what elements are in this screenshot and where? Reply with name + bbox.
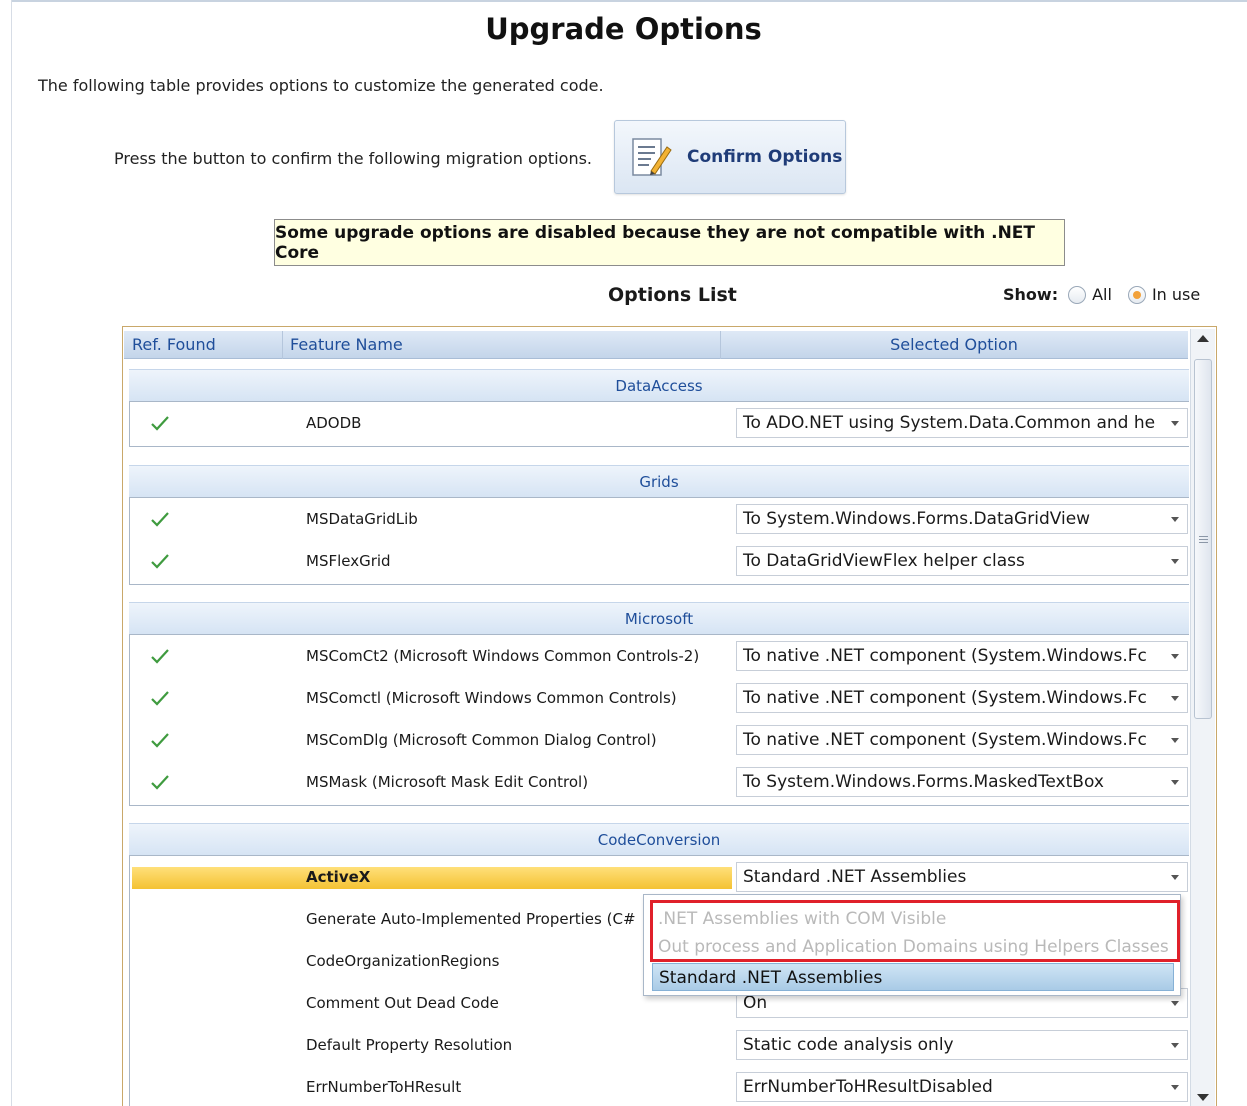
show-in-use-label: In use [1151, 285, 1201, 304]
window-left-border [0, 0, 12, 1106]
grid-row-default-property-resolution[interactable]: Default Property Resolution Static code … [130, 1025, 1190, 1067]
show-all-radio[interactable] [1068, 285, 1087, 304]
grid-row-mscomct2[interactable]: MSComCt2 (Microsoft Windows Common Contr… [130, 636, 1190, 678]
feature-name: Default Property Resolution [306, 1036, 513, 1054]
option-combobox[interactable]: To native .NET component (System.Windows… [736, 641, 1188, 671]
confirm-prompt: Press the button to confirm the followin… [114, 149, 592, 168]
combo-value: On [743, 993, 768, 1013]
dropdown-arrow-icon[interactable] [1171, 517, 1179, 522]
dropdown-option-standard-assemblies[interactable]: Standard .NET Assemblies [652, 963, 1174, 991]
dropdown-arrow-icon[interactable] [1171, 696, 1179, 701]
group-header-codeconversion[interactable]: CodeConversion [129, 823, 1189, 855]
checkmark-icon [150, 413, 170, 433]
grip-icon [1199, 536, 1208, 543]
group-header-dataaccess[interactable]: DataAccess [129, 369, 1189, 401]
dropdown-arrow-icon[interactable] [1171, 1001, 1179, 1006]
checkmark-icon [150, 551, 170, 571]
scroll-down-arrow-icon[interactable] [1197, 1094, 1209, 1101]
checkmark-icon [150, 730, 170, 750]
dropdown-arrow-icon[interactable] [1171, 1085, 1179, 1090]
dropdown-arrow-icon[interactable] [1171, 780, 1179, 785]
combo-value: To System.Windows.Forms.MaskedTextBox [743, 772, 1104, 792]
show-in-use-radio[interactable] [1127, 285, 1146, 304]
compatibility-notice: Some upgrade options are disabled becaus… [274, 219, 1065, 266]
group-body-dataaccess: ADODB To ADO.NET using System.Data.Commo… [129, 401, 1189, 447]
dropdown-arrow-icon[interactable] [1171, 1043, 1179, 1048]
option-combobox[interactable]: To native .NET component (System.Windows… [736, 725, 1188, 755]
group-header-grids[interactable]: Grids [129, 465, 1189, 497]
grid-row-mscomdlg[interactable]: MSComDlg (Microsoft Common Dialog Contro… [130, 720, 1190, 762]
window-top-border [12, 0, 1247, 6]
disabled-options-highlight-box [650, 900, 1180, 962]
group-body-microsoft: MSComCt2 (Microsoft Windows Common Contr… [129, 634, 1189, 806]
dropdown-arrow-icon[interactable] [1171, 654, 1179, 659]
feature-name: MSDataGridLib [306, 510, 418, 528]
scrollbar-thumb[interactable] [1194, 359, 1212, 719]
grid-row-activex[interactable]: ActiveX Standard .NET Assemblies [130, 857, 1190, 899]
grid-row-mscomctl[interactable]: MSComctl (Microsoft Windows Common Contr… [130, 678, 1190, 720]
option-combobox[interactable]: To ADO.NET using System.Data.Common and … [736, 408, 1188, 438]
combo-value: To ADO.NET using System.Data.Common and … [743, 413, 1156, 433]
dropdown-arrow-icon[interactable] [1171, 559, 1179, 564]
option-combobox[interactable]: To DataGridViewFlex helper class [736, 546, 1188, 576]
combo-value: To native .NET component (System.Windows… [743, 688, 1147, 708]
page-title: Upgrade Options [485, 12, 762, 46]
grid-row-adodb[interactable]: ADODB To ADO.NET using System.Data.Commo… [130, 403, 1190, 445]
column-header-feature-name[interactable]: Feature Name [290, 331, 403, 359]
option-combobox[interactable]: To native .NET component (System.Windows… [736, 683, 1188, 713]
grid-row-msdatagridlib[interactable]: MSDataGridLib To System.Windows.Forms.Da… [130, 499, 1190, 541]
option-combobox[interactable]: To System.Windows.Forms.DataGridView [736, 504, 1188, 534]
grid-row-msflexgrid[interactable]: MSFlexGrid To DataGridViewFlex helper cl… [130, 541, 1190, 583]
feature-name: ActiveX [306, 868, 371, 886]
feature-name: Comment Out Dead Code [306, 994, 499, 1012]
combo-value: To DataGridViewFlex helper class [743, 551, 1025, 571]
feature-name: MSMask (Microsoft Mask Edit Control) [306, 773, 589, 791]
show-all-label: All [1092, 285, 1112, 304]
option-combobox[interactable]: ErrNumberToHResultDisabled [736, 1072, 1188, 1102]
feature-name: MSComctl (Microsoft Windows Common Contr… [306, 689, 677, 707]
confirm-options-label: Confirm Options [687, 147, 843, 167]
checkmark-icon [150, 509, 170, 529]
checkmark-icon [150, 688, 170, 708]
combo-value: To native .NET component (System.Windows… [743, 730, 1147, 750]
feature-name: MSComCt2 (Microsoft Windows Common Contr… [306, 647, 700, 665]
group-header-microsoft[interactable]: Microsoft [129, 602, 1189, 634]
group-body-grids: MSDataGridLib To System.Windows.Forms.Da… [129, 497, 1189, 585]
checkmark-icon [150, 772, 170, 792]
dropdown-arrow-icon[interactable] [1171, 421, 1179, 426]
vertical-scrollbar[interactable] [1190, 329, 1215, 1106]
feature-name: Generate Auto-Implemented Properties (C# [306, 910, 636, 928]
feature-name: ErrNumberToHResult [306, 1078, 462, 1096]
feature-name: MSComDlg (Microsoft Common Dialog Contro… [306, 731, 657, 749]
combo-value: ErrNumberToHResultDisabled [743, 1077, 993, 1097]
row-selection-highlight [132, 867, 732, 889]
options-list-title: Options List [608, 284, 737, 306]
feature-name: ADODB [306, 414, 362, 432]
edit-document-icon [629, 133, 673, 181]
dropdown-arrow-icon[interactable] [1171, 875, 1179, 880]
column-header-ref-found[interactable]: Ref. Found [132, 331, 216, 359]
option-combobox[interactable]: Static code analysis only [736, 1030, 1188, 1060]
combo-value: Standard .NET Assemblies [743, 867, 967, 887]
grid-header: Ref. Found Feature Name Selected Option [124, 331, 1188, 359]
confirm-options-button[interactable]: Confirm Options [614, 120, 846, 194]
option-combobox[interactable]: To System.Windows.Forms.MaskedTextBox [736, 767, 1188, 797]
column-separator [282, 331, 283, 359]
column-header-selected-option[interactable]: Selected Option [720, 331, 1187, 359]
option-combobox[interactable]: Standard .NET Assemblies [736, 862, 1188, 892]
show-label: Show: [1003, 285, 1059, 304]
intro-text: The following table provides options to … [38, 76, 604, 95]
dropdown-arrow-icon[interactable] [1171, 738, 1179, 743]
show-filter: Show: All In use [1003, 285, 1216, 304]
feature-name: CodeOrganizationRegions [306, 952, 500, 970]
grid-row-msmask[interactable]: MSMask (Microsoft Mask Edit Control) To … [130, 762, 1190, 804]
combo-value: Static code analysis only [743, 1035, 954, 1055]
grid-row-errnumbertohresult[interactable]: ErrNumberToHResult ErrNumberToHResultDis… [130, 1067, 1190, 1106]
checkmark-icon [150, 646, 170, 666]
feature-name: MSFlexGrid [306, 552, 391, 570]
combo-value: To native .NET component (System.Windows… [743, 646, 1147, 666]
combo-value: To System.Windows.Forms.DataGridView [743, 509, 1091, 529]
scroll-up-arrow-icon[interactable] [1197, 335, 1209, 342]
